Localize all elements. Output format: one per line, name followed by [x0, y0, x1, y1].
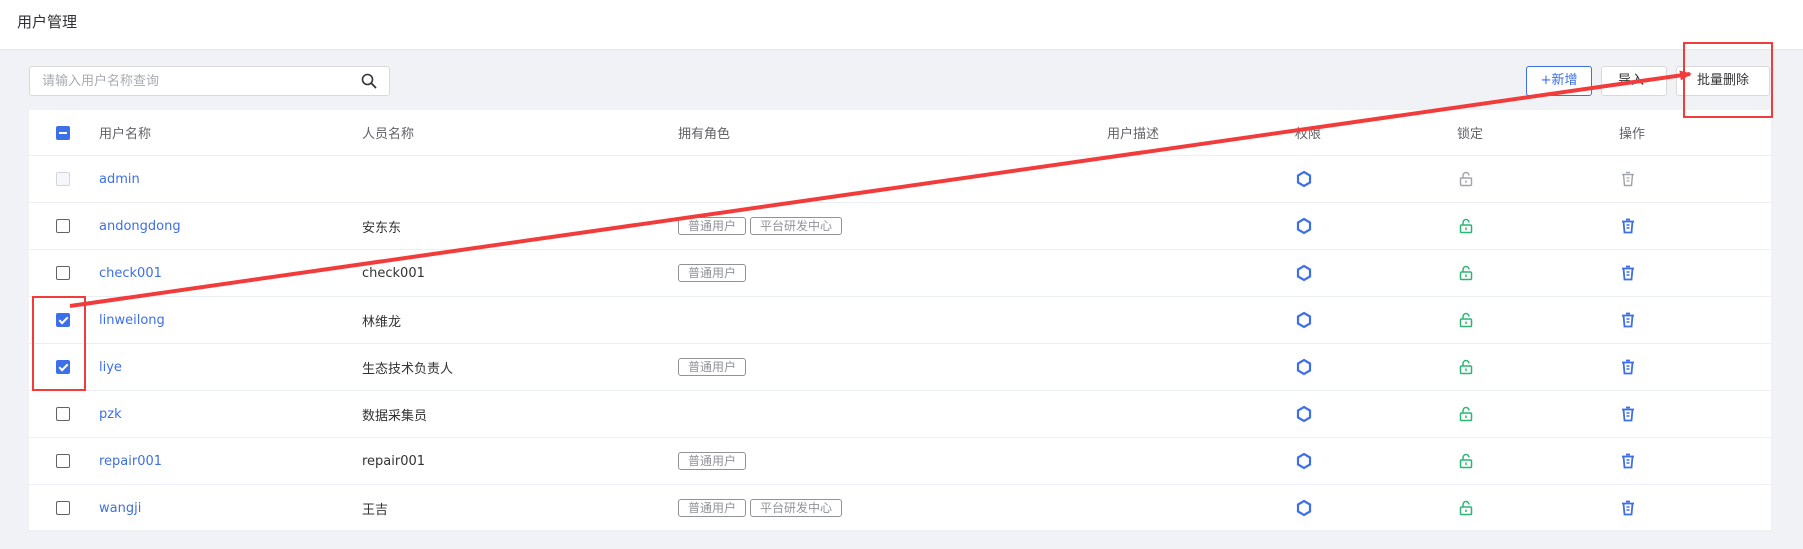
person-name: 生态技术负责人	[362, 361, 454, 377]
table-row: admin	[29, 156, 1771, 203]
column-header-description[interactable]: 用户描述	[1107, 110, 1159, 155]
person-name: repair001	[362, 453, 426, 469]
delete-icon[interactable]	[1619, 452, 1637, 470]
roles-cell: 普通用户 平台研发中心	[678, 203, 846, 249]
column-header-permissions[interactable]: 权限	[1295, 110, 1321, 155]
role-tag: 普通用户	[678, 217, 747, 235]
page-title: 用户管理	[17, 13, 78, 31]
role-tag: 平台研发中心	[750, 217, 843, 235]
delete-icon[interactable]	[1619, 264, 1637, 282]
unlock-icon[interactable]	[1457, 452, 1475, 470]
person-name: 数据采集员	[362, 408, 428, 424]
permission-icon[interactable]	[1295, 452, 1313, 470]
delete-icon[interactable]	[1619, 499, 1637, 517]
user-table: 用户名称 人员名称 拥有角色 用户描述 权限 锁定 操作 admin andon…	[29, 110, 1771, 532]
username-link[interactable]: pzk	[99, 407, 122, 422]
search-field[interactable]	[29, 66, 390, 96]
person-name: 林维龙	[362, 314, 402, 330]
roles-cell: 普通用户 平台研发中心	[678, 485, 846, 531]
unlock-icon[interactable]	[1457, 264, 1475, 282]
permission-icon[interactable]	[1295, 264, 1313, 282]
roles-cell: 普通用户	[678, 250, 750, 296]
search-icon[interactable]	[361, 73, 377, 89]
username-link[interactable]: repair001	[99, 454, 162, 469]
unlock-icon[interactable]	[1457, 405, 1475, 423]
delete-icon	[1619, 170, 1637, 188]
column-header-username[interactable]: 用户名称	[99, 110, 151, 155]
table-header: 用户名称 人员名称 拥有角色 用户描述 权限 锁定 操作	[29, 110, 1771, 156]
row-checkbox[interactable]	[56, 313, 70, 327]
column-header-actions[interactable]: 操作	[1619, 110, 1645, 155]
unlock-icon[interactable]	[1457, 358, 1475, 376]
delete-icon[interactable]	[1619, 217, 1637, 235]
username-link[interactable]: andongdong	[99, 219, 181, 234]
unlock-icon[interactable]	[1457, 311, 1475, 329]
table-row: andongdong 安东东 普通用户 平台研发中心	[29, 203, 1771, 250]
permission-icon[interactable]	[1295, 311, 1313, 329]
username-link[interactable]: wangji	[99, 501, 141, 516]
table-row: repair001 repair001 普通用户	[29, 438, 1771, 485]
column-header-roles[interactable]: 拥有角色	[678, 110, 730, 155]
permission-icon[interactable]	[1295, 405, 1313, 423]
lock-icon	[1457, 170, 1475, 188]
row-checkbox[interactable]	[56, 219, 70, 233]
delete-icon[interactable]	[1619, 405, 1637, 423]
import-button[interactable]: 导入	[1601, 66, 1667, 96]
table-row: check001 check001 普通用户	[29, 250, 1771, 297]
top-bar: 用户管理	[0, 0, 1803, 50]
search-input[interactable]	[30, 67, 342, 95]
batch-delete-button[interactable]: 批量删除	[1676, 66, 1770, 96]
table-row: wangji 王吉 普通用户 平台研发中心	[29, 485, 1771, 532]
row-checkbox[interactable]	[56, 501, 70, 515]
role-tag: 普通用户	[678, 499, 747, 517]
table-row: pzk 数据采集员	[29, 391, 1771, 438]
column-header-name[interactable]: 人员名称	[362, 110, 414, 155]
role-tag: 普通用户	[678, 452, 747, 470]
role-tag: 平台研发中心	[750, 499, 843, 517]
role-tag: 普通用户	[678, 264, 747, 282]
row-checkbox[interactable]	[56, 407, 70, 421]
unlock-icon[interactable]	[1457, 217, 1475, 235]
permission-icon[interactable]	[1295, 217, 1313, 235]
role-tag: 普通用户	[678, 358, 747, 376]
person-name: check001	[362, 265, 425, 281]
row-checkbox[interactable]	[56, 360, 70, 374]
permission-icon[interactable]	[1295, 358, 1313, 376]
column-header-lock[interactable]: 锁定	[1457, 110, 1483, 155]
row-checkbox[interactable]	[56, 454, 70, 468]
permission-icon[interactable]	[1295, 499, 1313, 517]
username-link[interactable]: admin	[99, 172, 140, 187]
table-row: linweilong 林维龙	[29, 297, 1771, 344]
person-name: 王吉	[362, 502, 389, 518]
username-link[interactable]: check001	[99, 266, 162, 281]
permission-icon[interactable]	[1295, 170, 1313, 188]
delete-icon[interactable]	[1619, 358, 1637, 376]
roles-cell: 普通用户	[678, 438, 750, 484]
person-name: 安东东	[362, 220, 402, 236]
row-checkbox	[56, 172, 70, 186]
username-link[interactable]: liye	[99, 360, 122, 375]
roles-cell: 普通用户	[678, 344, 750, 390]
add-button[interactable]: +新增	[1526, 66, 1592, 96]
table-row: liye 生态技术负责人 普通用户	[29, 344, 1771, 391]
unlock-icon[interactable]	[1457, 499, 1475, 517]
delete-icon[interactable]	[1619, 311, 1637, 329]
row-checkbox[interactable]	[56, 266, 70, 280]
username-link[interactable]: linweilong	[99, 313, 165, 328]
select-all-checkbox[interactable]	[56, 125, 70, 140]
